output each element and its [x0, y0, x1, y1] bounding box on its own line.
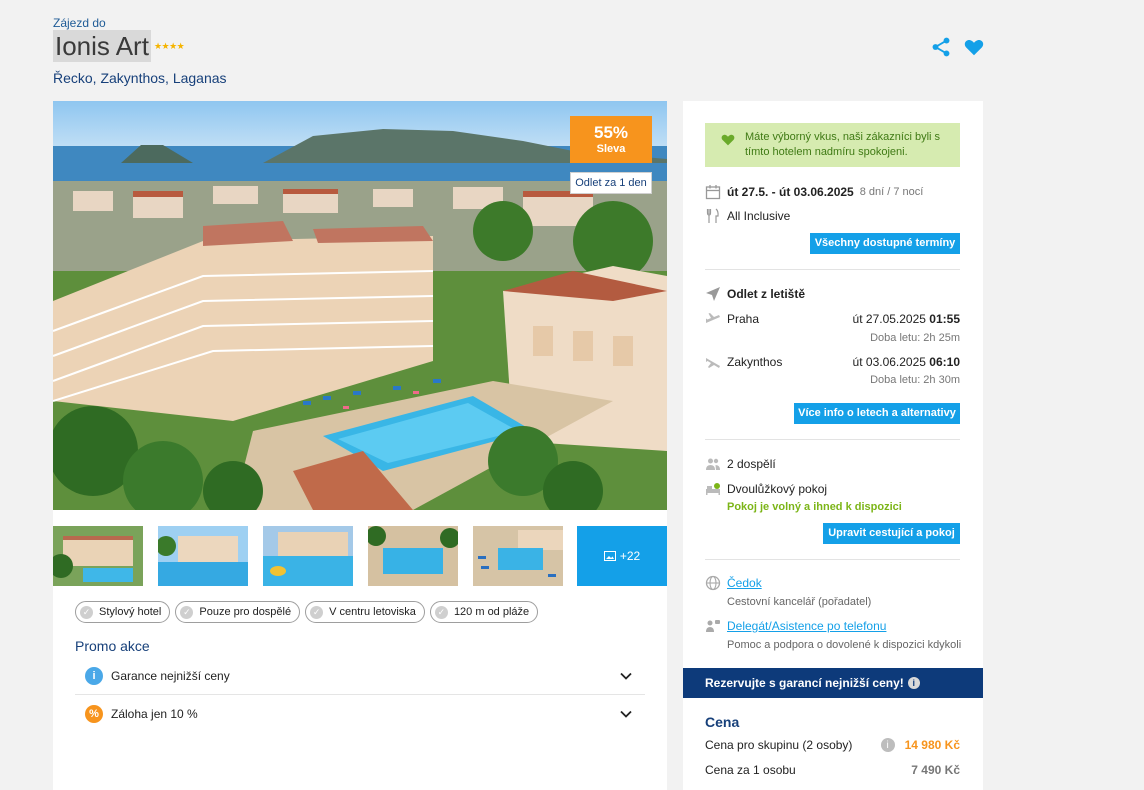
- people-icon: [706, 458, 720, 470]
- group-price-value: 14 980 Kč: [904, 738, 960, 752]
- person-price-row: Cena za 1 osobu 7 490 Kč: [705, 763, 960, 777]
- feature-tag: ✓ 120 m od pláže: [429, 601, 539, 623]
- room-type: Dvoulůžkový pokoj: [727, 482, 828, 496]
- plane-takeoff-icon: [706, 313, 720, 323]
- location[interactable]: Řecko, Zakynthos, Laganas: [53, 70, 227, 86]
- kicker: Zájezd do: [53, 16, 106, 30]
- flights-title-row: Odlet z letiště: [705, 286, 960, 302]
- check-icon: ✓: [180, 605, 194, 619]
- cutlery-icon: [706, 208, 719, 223]
- booking-sidebar: Máte výborný vkus, naši zákazníci byli s…: [683, 101, 983, 668]
- globe-icon: [705, 575, 721, 591]
- person-price-label: Cena za 1 osobu: [705, 763, 796, 777]
- hotel-title: Ionis Art: [53, 30, 151, 62]
- edit-travelers-button[interactable]: Upravit cestující a pokoj: [823, 523, 960, 544]
- customer-satisfaction-note: Máte výborný vkus, naši zákazníci byli s…: [705, 123, 960, 167]
- discount-badge: 55% Sleva: [570, 116, 652, 163]
- operator-description: Cestovní kancelář (pořadatel): [727, 596, 872, 608]
- inbound-flight-row: Zakynthos út 03.06.2025 06:10: [705, 354, 960, 370]
- percent-icon: %: [85, 705, 103, 723]
- outbound-date: út 27.05.2025: [852, 312, 926, 326]
- check-icon: ✓: [310, 605, 324, 619]
- hero-photo[interactable]: 55% Sleva Odlet za 1 den: [53, 101, 667, 510]
- feature-tags: ✓ Stylový hotel ✓ Pouze pro dospělé ✓ V cen…: [75, 601, 539, 623]
- travel-dates: út 27.5. - út 03.06.2025: [727, 185, 854, 199]
- favorite-heart-icon[interactable]: [963, 36, 985, 58]
- info-icon[interactable]: i: [880, 738, 895, 752]
- group-price-label: Cena pro skupinu (2 osoby): [705, 738, 853, 752]
- info-icon: i: [85, 666, 103, 685]
- travel-duration: 8 dní / 7 nocí: [859, 186, 924, 198]
- outbound-time: 01:55: [929, 312, 960, 326]
- check-icon: ✓: [80, 605, 93, 619]
- inbound-duration: Doba letu: 2h 30m: [870, 374, 960, 386]
- thumbnail[interactable]: [368, 526, 458, 586]
- navigation-arrow-icon: [706, 287, 720, 301]
- reserve-banner[interactable]: Rezervujte s garancí nejnižší ceny! i: [683, 668, 983, 698]
- inbound-time: 06:10: [929, 355, 960, 369]
- support-person-icon: [706, 620, 720, 632]
- operator-link[interactable]: Čedok: [727, 576, 762, 590]
- price-title: Cena: [705, 714, 740, 730]
- bed-icon: [706, 483, 720, 495]
- room-row: Dvoulůžkový pokoj: [705, 481, 960, 497]
- board-type: All Inclusive: [727, 209, 791, 223]
- thumbnail-strip: +22: [53, 526, 667, 586]
- thumbnail[interactable]: [53, 526, 143, 586]
- feature-tag: ✓ V centru letoviska: [305, 601, 425, 623]
- group-price-row: Cena pro skupinu (2 osoby) i 14 980 Kč: [705, 738, 960, 752]
- chevron-down-icon: [620, 672, 632, 680]
- outbound-duration: Doba letu: 2h 25m: [870, 332, 960, 344]
- departure-badge: Odlet za 1 den: [570, 172, 652, 194]
- outbound-airport: Praha: [727, 312, 760, 326]
- divider: [705, 439, 960, 440]
- feature-tag: ✓ Stylový hotel: [75, 601, 171, 623]
- star-rating: ★★★★: [153, 40, 185, 51]
- discount-percent: 55%: [593, 123, 629, 142]
- inbound-date: út 03.06.2025: [852, 355, 926, 369]
- person-price-value: 7 490 Kč: [911, 763, 960, 777]
- thumbnail[interactable]: [263, 526, 353, 586]
- flights-title: Odlet z letiště: [727, 287, 806, 301]
- promo-item-deposit[interactable]: % Záloha jen 10 %: [75, 695, 645, 733]
- info-icon[interactable]: i: [907, 677, 920, 689]
- check-icon: ✓: [434, 605, 448, 619]
- divider: [705, 559, 960, 560]
- all-dates-button[interactable]: Všechny dostupné termíny: [810, 233, 960, 254]
- title-row: Ionis Art ★★★★: [53, 30, 185, 62]
- operator-row: Čedok: [705, 575, 960, 591]
- support-row: Delegát/Asistence po telefonu: [705, 618, 960, 634]
- travelers-row: 2 dospělí: [705, 456, 960, 472]
- feature-tag: ✓ Pouze pro dospělé: [175, 601, 301, 623]
- dates-row: út 27.5. - út 03.06.2025 8 dní / 7 nocí: [705, 184, 960, 200]
- room-status: Pokoj je volný a ihned k dispozici: [727, 501, 902, 513]
- board-row: All Inclusive: [705, 208, 960, 224]
- support-description: Pomoc a podpora o dovolené k dispozici k…: [727, 639, 962, 651]
- hotel-gallery-card: 55% Sleva Odlet za 1 den +22 ✓ Stylový ho…: [53, 101, 667, 790]
- divider: [705, 269, 960, 270]
- thumbnail[interactable]: [473, 526, 563, 586]
- discount-label: Sleva: [596, 143, 626, 155]
- more-photos-button[interactable]: +22: [577, 526, 667, 586]
- outbound-flight-row: Praha út 27.05.2025 01:55: [705, 311, 960, 327]
- calendar-icon: [705, 185, 721, 200]
- support-link[interactable]: Delegát/Asistence po telefonu: [727, 619, 886, 633]
- inbound-airport: Zakynthos: [727, 355, 783, 369]
- promo-item-price-guarantee[interactable]: i Garance nejnižší ceny: [75, 657, 645, 695]
- thumbnail[interactable]: [158, 526, 248, 586]
- heart-icon: [721, 134, 735, 146]
- more-photos-count: +22: [619, 549, 641, 563]
- chevron-down-icon: [620, 710, 632, 718]
- travelers-count: 2 dospělí: [727, 457, 776, 471]
- share-icon[interactable]: [930, 36, 952, 58]
- promo-title: Promo akce: [75, 638, 150, 654]
- gallery-icon: [603, 551, 616, 561]
- price-card: Cena Cena pro skupinu (2 osoby) i 14 980…: [683, 698, 983, 790]
- plane-landing-icon: [706, 358, 720, 368]
- flights-info-button[interactable]: Více info o letech a alternativy: [794, 403, 960, 424]
